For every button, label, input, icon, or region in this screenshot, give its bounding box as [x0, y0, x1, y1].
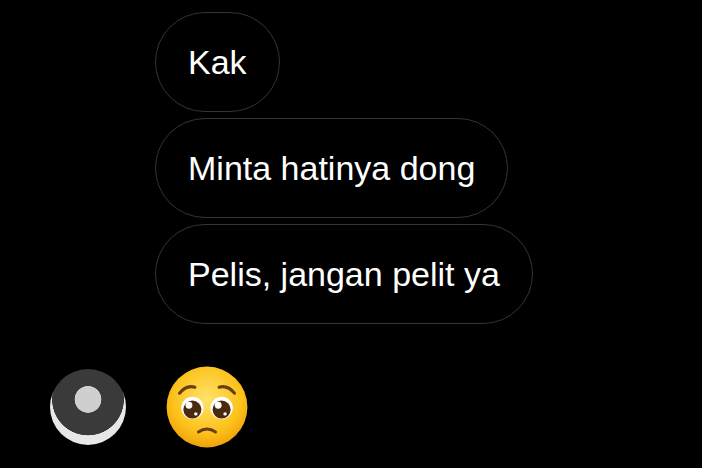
- avatar-icon[interactable]: [50, 369, 126, 445]
- message-bubble[interactable]: Minta hatinya dong: [155, 118, 508, 218]
- chat-thread: Kak Minta hatinya dong Pelis, jangan pelit…: [0, 0, 702, 450]
- message-bubble[interactable]: Kak: [155, 12, 280, 112]
- message-group: Kak Minta hatinya dong Pelis, jangan pelit…: [0, 12, 702, 324]
- message-text: Kak: [188, 43, 247, 82]
- message-text: Minta hatinya dong: [188, 149, 475, 188]
- message-row: [0, 364, 702, 450]
- pleading-face-icon[interactable]: [164, 364, 250, 450]
- message-text: Pelis, jangan pelit ya: [188, 255, 500, 294]
- message-bubble[interactable]: Pelis, jangan pelit ya: [155, 224, 533, 324]
